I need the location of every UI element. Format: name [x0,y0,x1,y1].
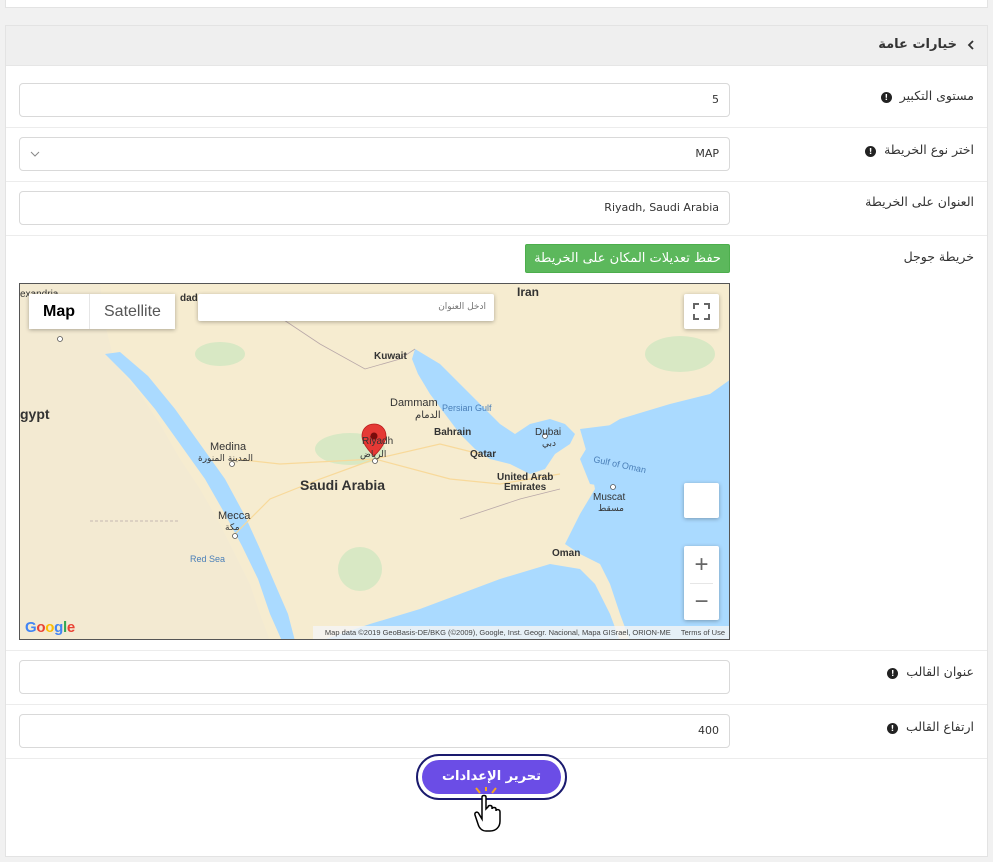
info-icon: ! [865,146,877,157]
map-label-oman: Oman [552,548,580,559]
city-dot [610,484,616,490]
chevron-down-icon [30,151,40,157]
google-map-label: خريطة جوجل [903,249,974,264]
info-icon: ! [887,668,899,679]
city-dot [232,533,238,539]
zoom-control: + − [684,546,719,620]
address-input[interactable]: Riyadh, Saudi Arabia [19,191,730,225]
panel-header[interactable]: خيارات عامة [6,26,987,66]
map-label-dubai-ar: دبي [542,439,556,449]
map-type-map-button[interactable]: Map [29,294,90,329]
map-label-egypt: gypt [20,406,50,422]
chevron-left-icon [967,40,974,50]
map-label-mecca-en: Mecca [218,510,251,522]
row-divider [6,235,987,236]
map-type-label: اختر نوع الخريطة ! [865,142,974,157]
zoom-level-input[interactable]: 5 [19,83,730,117]
map-label-saudi: Saudi Arabia [300,477,385,493]
zoom-in-button[interactable]: + [684,546,719,583]
row-divider [6,181,987,182]
info-icon: ! [880,92,892,103]
map-attribution-text: Map data ©2019 GeoBasis-DE/BKG (©2009), … [324,628,671,637]
map-label-persian-gulf: Persian Gulf [442,403,492,413]
map-search-input[interactable] [198,294,494,321]
row-divider [6,127,987,128]
map-label-riyadh-ar: الرياض [360,450,386,460]
panel-title: خيارات عامة [878,37,957,52]
hand-cursor-icon [474,787,501,832]
row-divider [6,650,987,651]
map-type-control: Map Satellite [29,294,175,329]
map-label-muscat-en: Muscat [593,492,625,503]
general-options-panel: خيارات عامة مستوى التكبير ! 5 اختر نوع ا… [5,25,988,857]
map-label-dammam-en: Dammam [390,397,438,409]
map-label-red-sea: Red Sea [190,554,225,564]
map-label-riyadh-en: Riyadh [362,436,393,447]
green-area [338,547,382,591]
map-canvas[interactable]: Iran Kuwait exandria gypt dad Dammam الد… [20,284,730,640]
map-attribution: Map data ©2019 GeoBasis-DE/BKG (©2009), … [312,626,729,639]
google-map[interactable]: Iran Kuwait exandria gypt dad Dammam الد… [19,283,730,640]
map-label-dad: dad [180,293,198,304]
top-strip [5,0,988,8]
map-label-bahrain: Bahrain [434,427,471,438]
address-label: العنوان على الخريطة [865,194,974,209]
save-map-location-button[interactable]: حفظ تعديلات المكان على الخريطة [525,244,730,273]
street-view-button[interactable] [684,483,719,518]
terms-of-use-link[interactable]: Terms of Use [681,628,725,637]
map-label-medina-ar: المدينة المنورة [198,454,253,464]
map-label-dubai-en: Dubai [535,427,561,438]
map-type-select[interactable]: MAP [19,137,730,171]
zoom-out-button[interactable]: − [684,583,719,620]
map-type-satellite-button[interactable]: Satellite [90,294,175,329]
map-label-iran: Iran [517,285,539,299]
template-title-input[interactable] [19,660,730,694]
map-label-kuwait: Kuwait [374,351,407,362]
green-area [195,342,245,366]
map-label-dammam-ar: الدمام [415,410,441,421]
map-type-selected: MAP [695,147,719,160]
map-label-medina-en: Medina [210,441,247,453]
map-label-uae-2: Emirates [504,482,547,493]
fullscreen-icon [693,303,710,320]
green-area [645,336,715,372]
map-label-muscat-ar: مسقط [598,504,624,514]
map-label-qatar: Qatar [470,449,496,460]
google-logo[interactable]: Google [25,619,75,636]
zoom-label: مستوى التكبير ! [880,88,974,103]
template-height-label: ارتفاع القالب ! [886,719,974,734]
fullscreen-button[interactable] [684,294,719,329]
template-title-label: عنوان القالب ! [887,664,974,679]
map-label-mecca-ar: مكة [225,523,240,533]
template-height-input[interactable]: 400 [19,714,730,748]
info-icon: ! [886,723,898,734]
row-divider [6,704,987,705]
zoom-divider [690,583,713,584]
city-dot [57,336,63,342]
